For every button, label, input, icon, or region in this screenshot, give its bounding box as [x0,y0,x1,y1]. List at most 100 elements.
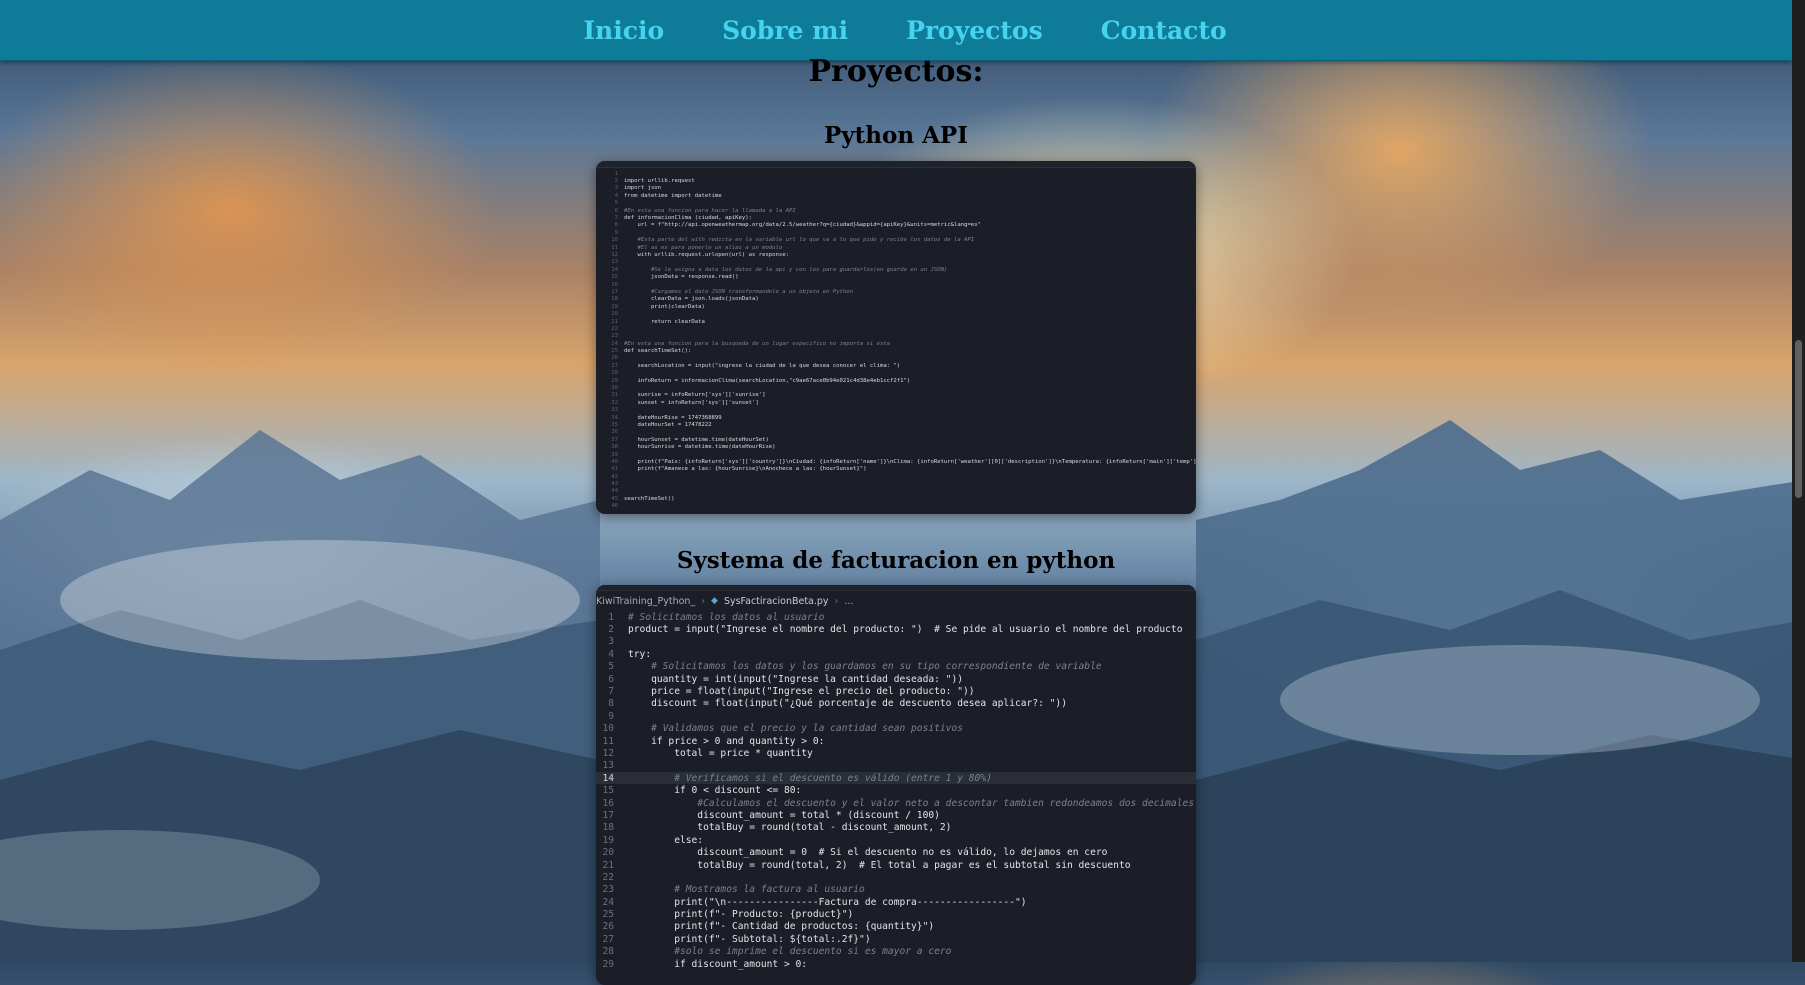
code-line: 19 print(clearData) [596,303,1196,310]
code-line: 29 infoReturn = informacionClima(searchL… [596,377,1196,384]
line-number: 8 [608,698,614,710]
line-text: print("\n----------------Factura de comp… [628,896,1027,908]
line-text: # Validamos que el precio y la cantidad … [628,723,964,735]
code-line: 32 sunset = infoReturn['sys']['sunset'] [596,399,1196,406]
line-number: 26 [611,355,618,362]
line-text: # Mostramos la factura al usuario [628,884,865,896]
code-line: 9 [596,229,1196,236]
code-line: 31 sunrise = infoReturn['sys']['sunrise'… [596,392,1196,399]
line-number: 5 [608,661,614,673]
line-text: totalBuy = round(total - discount_amount… [628,822,952,834]
line-number: 18 [611,296,618,303]
line-number: 11 [602,735,614,747]
line-text: print(f"- Producto: {product}") [628,909,854,921]
project-title-facturacion: Systema de facturacion en python [676,547,1116,574]
code-line: 44 [596,488,1196,495]
line-text: infoReturn = informacionClima(searchLoca… [624,377,911,384]
code-line: 15 jsonData = response.read() [596,273,1196,280]
line-number: 28 [602,946,614,958]
code-line: 10 #Esta parte del with redicta en la va… [596,237,1196,244]
nav-link-contacto[interactable]: Contacto [1101,16,1227,45]
code-line: 41 print(f"Amanece a las: {hourSunrise}\… [596,466,1196,473]
project-image-python-api: 1 2 import urllib.request 3 import json 4 from… [596,161,1196,514]
code-line: 28 [596,370,1196,377]
line-text: dateHourSet = 17478222 [624,421,712,428]
code-line: 21 totalBuy = round(total, 2) # El total… [596,859,1196,871]
code-line: 25 def searchTimeSet(): [596,347,1196,354]
line-number: 2 [608,624,614,636]
nav-link-proyectos[interactable]: Proyectos [906,16,1043,45]
code-line: 7 price = float(input("Ingrese el precio… [596,685,1196,697]
code-line: 3 [596,636,1196,648]
line-text: dateHourRise = 1747368899 [624,414,722,421]
line-number: 14 [611,266,618,273]
code-line: 8 discount = float(input("¿Qué porcentaj… [596,698,1196,710]
code-block: 1 2 import urllib.request 3 import json 4 from… [596,168,1196,510]
line-number: 14 [602,772,614,784]
line-text: quantity = int(input("Ingrese la cantida… [628,673,964,685]
scrollbar-thumb[interactable] [1795,340,1802,498]
nav-link-inicio[interactable]: Inicio [583,16,664,45]
code-line: 34 dateHourRise = 1747368899 [596,414,1196,421]
code-line: 9 [596,710,1196,722]
line-number: 5 [614,200,618,207]
line-text: total = price * quantity [628,747,813,759]
line-number: 21 [602,859,614,871]
line-text: print(f"- Cantidad de productos: {quanti… [628,921,935,933]
code-line: 12 with urllib.request.urlopen(url) as r… [596,251,1196,258]
line-number: 27 [611,362,618,369]
code-line: 15 if 0 < discount <= 80: [596,784,1196,796]
line-text: product = input("Ingrese el nombre del p… [628,624,1183,636]
line-number: 4 [608,648,614,660]
line-text: # Solicitamos los datos al usuario [628,611,825,623]
python-file-icon: ◆ [711,596,718,606]
code-line: 37 hourSunset = datetime.time(dateHourSe… [596,436,1196,443]
line-number: 37 [611,436,618,443]
line-text: #Esta parte del with redicta en la varia… [624,237,975,244]
line-number: 16 [611,281,618,288]
line-number: 28 [611,370,618,377]
line-text: #solo se imprime el descuento si es mayo… [628,946,952,958]
line-number: 41 [611,466,618,473]
code-line: 36 [596,429,1196,436]
code-line: 40 print(f"Pais: {infoReturn['sys']['cou… [596,458,1196,465]
code-line: 20 discount_amount = 0 # Si el descuento… [596,846,1196,858]
code-line: 23 [596,333,1196,340]
breadcrumb-file: SysFactiracionBeta.py [723,595,829,607]
code-line: 1 # Solicitamos los datos al usuario [596,611,1196,623]
code-line: 27 searchLocation = input("ingrese la ci… [596,362,1196,369]
code-line: 1 [596,170,1196,177]
line-number: 12 [602,747,614,759]
line-number: 39 [611,451,618,458]
line-text: print(f"Pais: {infoReturn['sys']['countr… [624,458,1196,465]
line-text: clearData = json.loads(jsonData) [624,296,759,303]
line-number: 33 [611,407,618,414]
line-number: 12 [611,251,618,258]
line-text: totalBuy = round(total, 2) # El total a … [628,859,1131,871]
line-number: 6 [608,673,614,685]
code-line: 39 [596,451,1196,458]
line-text: #El as es para ponerle un alias a un mod… [624,244,783,251]
line-text: print(clearData) [624,303,705,310]
line-number: 35 [611,421,618,428]
project-title-python-api: Python API [824,122,968,149]
code-line: 10 # Validamos que el precio y la cantid… [596,723,1196,735]
line-text: print(f"- Subtotal: ${total:.2f}") [628,933,871,945]
line-text: def informacionClima (ciudad, apiKey): [624,215,752,222]
line-number: 11 [611,244,618,251]
line-text: hourSunset = datetime.time(dateHourSet) [624,436,769,443]
line-number: 19 [611,303,618,310]
line-text: else: [628,834,704,846]
nav-link-sobre-mi[interactable]: Sobre mi [722,16,848,45]
line-text: def searchTimeSet(): [624,348,692,355]
line-number: 29 [602,958,614,970]
line-number: 43 [611,481,618,488]
line-number: 45 [611,495,618,502]
page-scrollbar[interactable] [1792,0,1805,962]
line-number: 34 [611,414,618,421]
code-line: 23 # Mostramos la factura al usuario [596,884,1196,896]
code-line: 3 import json [596,185,1196,192]
code-line: 28 #solo se imprime el descuento si es m… [596,946,1196,958]
code-line: 25 print(f"- Producto: {product}") [596,908,1196,920]
line-text: from datetime import datetime [624,192,722,199]
